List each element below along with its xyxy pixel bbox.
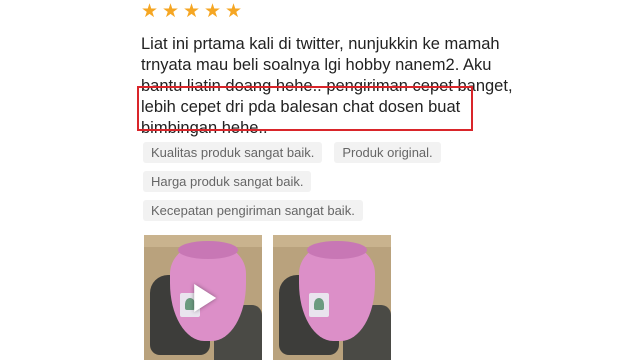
tag-price: Harga produk sangat baik. bbox=[143, 171, 312, 192]
review-media bbox=[144, 235, 391, 360]
tag-shipping: Kecepatan pengiriman sangat baik. bbox=[143, 200, 363, 221]
tag-row: Kualitas produk sangat baik. Produk orig… bbox=[143, 142, 473, 163]
image-thumbnail[interactable] bbox=[273, 235, 391, 360]
review-line: Liat ini prtama kali di twitter, nunjukk… bbox=[141, 35, 500, 53]
play-icon[interactable] bbox=[194, 283, 217, 312]
review-line: lebih cepet dri pda balesan chat dosen b… bbox=[141, 98, 461, 116]
star-rating: ★ ★ ★ ★ ★ bbox=[141, 0, 243, 22]
review-line: trnyata mau beli soalnya lgi hobby nanem… bbox=[141, 56, 492, 74]
star-icon: ★ bbox=[225, 0, 243, 22]
tag-original: Produk original. bbox=[334, 142, 441, 163]
review-line: bimbingan hehe.. bbox=[141, 119, 268, 137]
review-line: bantu liatin doang hehe.. pengiriman cep… bbox=[141, 77, 513, 95]
review-tags: Kualitas produk sangat baik. Produk orig… bbox=[143, 142, 473, 229]
star-icon: ★ bbox=[204, 0, 222, 22]
tag-row: Harga produk sangat baik. bbox=[143, 171, 473, 192]
tag-row: Kecepatan pengiriman sangat baik. bbox=[143, 200, 473, 221]
tag-quality: Kualitas produk sangat baik. bbox=[143, 142, 323, 163]
review-text: Liat ini prtama kali di twitter, nunjukk… bbox=[141, 34, 521, 139]
video-thumbnail[interactable] bbox=[144, 235, 262, 360]
star-icon: ★ bbox=[162, 0, 180, 22]
star-icon: ★ bbox=[141, 0, 159, 22]
star-icon: ★ bbox=[183, 0, 201, 22]
